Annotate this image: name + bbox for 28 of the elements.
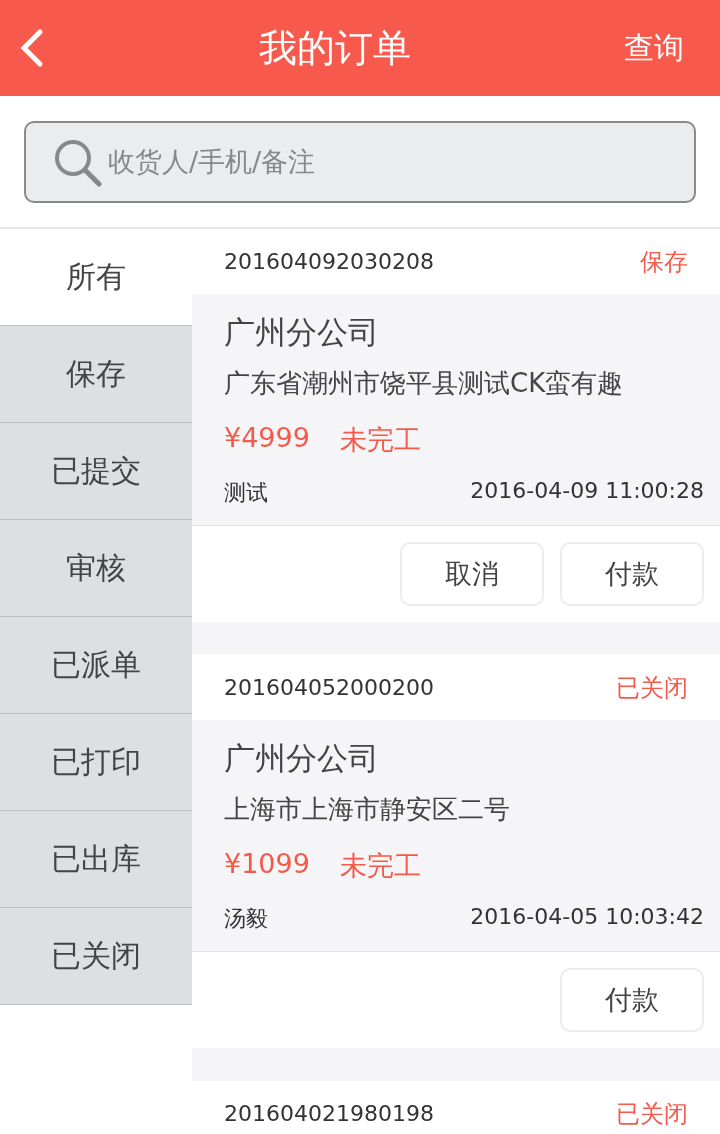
order-time: 2016-04-05 10:03:42 [470,904,704,931]
order-status: 已关闭 [616,672,688,704]
sidebar-tab[interactable]: 已派单 [0,617,192,714]
order-address: 广东省潮州市饶平县测试CK蛮有趣 [224,367,625,400]
customer-name: 汤毅 [224,905,268,933]
order-action-button[interactable]: 付款 [560,968,704,1032]
order-number: 201604021980198 [224,1101,434,1126]
order-address: 上海市上海市静安区二号 [224,793,511,826]
company-name: 广州分公司 [224,313,380,352]
order-number: 201604052000200 [224,675,434,700]
page-title: 我的订单 [259,24,411,72]
order-price: ¥1099 [224,848,310,881]
order-action-button[interactable]: 取消 [400,542,544,606]
order-price: ¥4999 [224,422,310,455]
sidebar-tab[interactable]: 已出库 [0,811,192,908]
company-name: 广州分公司 [224,739,380,778]
customer-name: 测试 [224,479,268,507]
order-status: 保存 [640,246,688,278]
sidebar-tab[interactable]: 已打印 [0,714,192,811]
order-number: 201604092030208 [224,249,434,274]
order-action-button[interactable]: 付款 [560,542,704,606]
order-status: 已关闭 [616,1098,688,1130]
search-field[interactable]: 收货人/手机/备注 [24,120,696,203]
sidebar-tab[interactable]: 保存 [0,326,192,423]
sidebar-tab[interactable]: 已关闭 [0,908,192,1005]
sidebar-tab[interactable]: 审核 [0,520,192,617]
order-time: 2016-04-09 11:00:28 [470,478,704,505]
sidebar-tab[interactable]: 已提交 [0,423,192,520]
